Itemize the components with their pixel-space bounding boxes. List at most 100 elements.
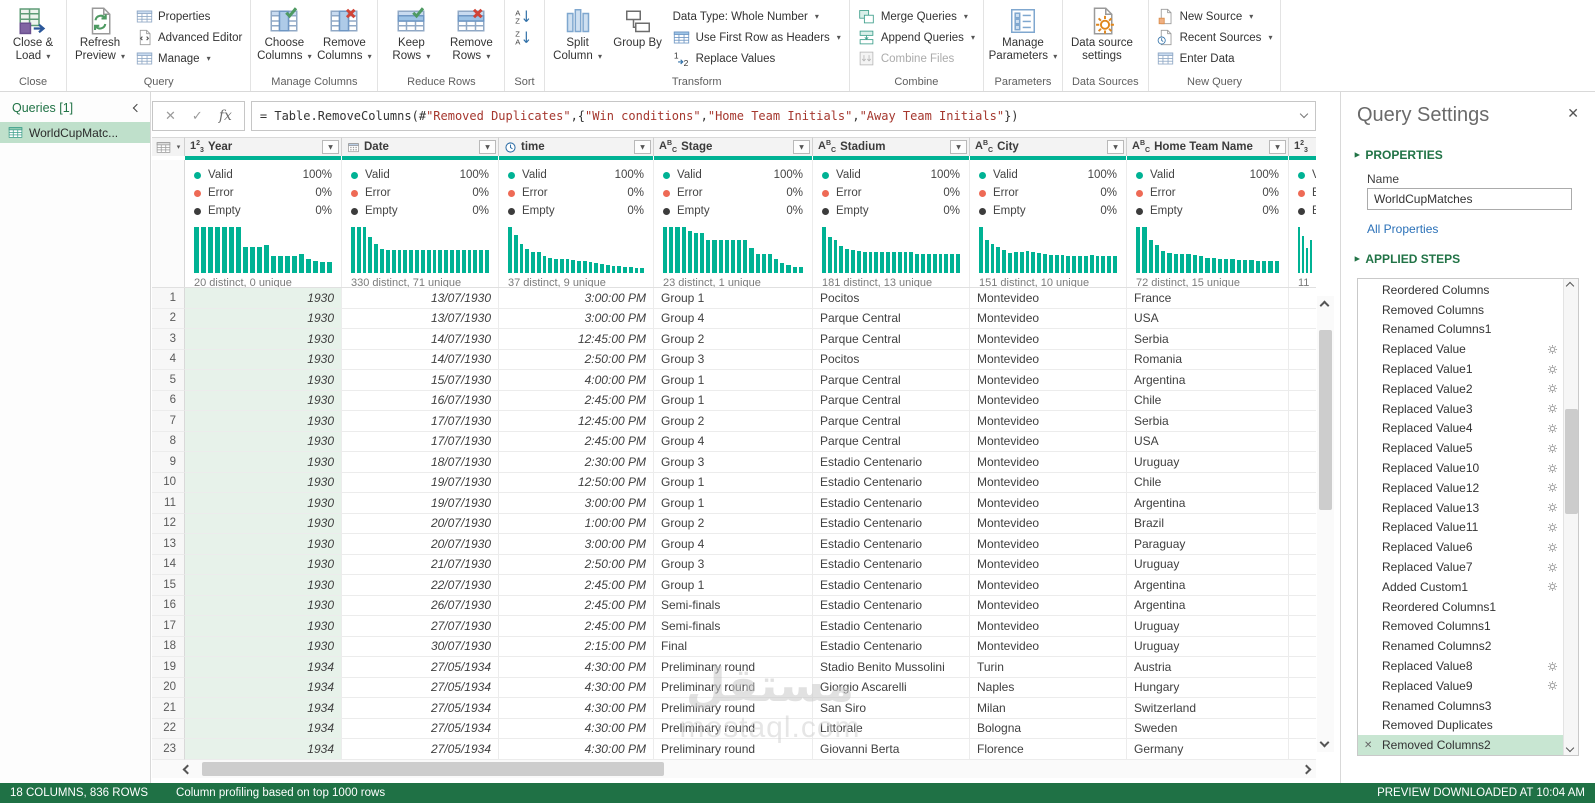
cell[interactable]: 20/07/1930	[342, 534, 499, 555]
cell[interactable]: 1:00:00 PM	[499, 514, 654, 535]
remove-columns-button[interactable]: Remove Columns ▾	[314, 2, 374, 68]
cell[interactable]: 13/07/1930	[342, 309, 499, 330]
cell[interactable]: Serbia	[1127, 411, 1289, 432]
row-number[interactable]: 4	[152, 350, 185, 371]
cell[interactable]: Uruguay	[1127, 637, 1289, 658]
applied-step-replaced-value5[interactable]: Replaced Value5	[1358, 438, 1563, 458]
column-header-Stadium[interactable]: ABCStadium▼	[813, 137, 970, 156]
cell[interactable]: Montevideo	[970, 637, 1127, 658]
row-number[interactable]: 3	[152, 329, 185, 350]
cell[interactable]: 1930	[185, 555, 342, 576]
cell[interactable]	[1289, 616, 1316, 637]
merge-queries-button[interactable]: Merge Queries▾	[853, 6, 980, 27]
row-number[interactable]: 8	[152, 432, 185, 453]
applied-step-replaced-value11[interactable]: Replaced Value11	[1358, 518, 1563, 538]
cell[interactable]: Brazil	[1127, 514, 1289, 535]
row-number[interactable]: 9	[152, 452, 185, 473]
data-type-button[interactable]: Data Type: Whole Number▾	[668, 6, 846, 27]
applied-step-reordered-columns[interactable]: Reordered Columns	[1358, 280, 1563, 300]
cell[interactable]: Group 1	[654, 370, 813, 391]
cell[interactable]: Montevideo	[970, 616, 1127, 637]
cell[interactable]: 4:30:00 PM	[499, 678, 654, 699]
cell[interactable]: Giovanni Berta	[813, 739, 970, 760]
cell[interactable]: 19/07/1930	[342, 473, 499, 494]
cell[interactable]: Parque Central	[813, 411, 970, 432]
vertical-scrollbar-thumb[interactable]	[1319, 330, 1332, 510]
applied-step-removed-duplicates[interactable]: Removed Duplicates	[1358, 716, 1563, 736]
column-header-Date[interactable]: Date▼	[342, 137, 499, 156]
row-number[interactable]: 21	[152, 698, 185, 719]
cell[interactable]: 3:00:00 PM	[499, 309, 654, 330]
cell[interactable]: Florence	[970, 739, 1127, 760]
cell[interactable]	[1289, 555, 1316, 576]
properties-section-header[interactable]: ▲ PROPERTIES	[1355, 148, 1443, 162]
query-name-input[interactable]	[1367, 188, 1572, 210]
cell[interactable]: 22/07/1930	[342, 575, 499, 596]
cell[interactable]: 27/05/1934	[342, 698, 499, 719]
applied-step-replaced-value8[interactable]: Replaced Value8	[1358, 656, 1563, 676]
cell[interactable]: Montevideo	[970, 555, 1127, 576]
cell[interactable]: Montevideo	[970, 514, 1127, 535]
cell[interactable]: 4:30:00 PM	[499, 739, 654, 760]
applied-step-replaced-value9[interactable]: Replaced Value9	[1358, 676, 1563, 696]
cell[interactable]: Serbia	[1127, 329, 1289, 350]
column-header-City[interactable]: ABCCity▼	[970, 137, 1127, 156]
cell[interactable]: 4:30:00 PM	[499, 719, 654, 740]
applied-step-replaced-value2[interactable]: Replaced Value2	[1358, 379, 1563, 399]
properties-button[interactable]: Properties	[130, 6, 247, 27]
cell[interactable]: 2:45:00 PM	[499, 575, 654, 596]
steps-scrollbar-thumb[interactable]	[1565, 409, 1578, 514]
applied-step-removed-columns[interactable]: Removed Columns	[1358, 300, 1563, 320]
step-settings-gear-icon[interactable]	[1546, 363, 1559, 376]
applied-steps-section-header[interactable]: ▲ APPLIED STEPS	[1355, 252, 1460, 266]
cell[interactable]: Group 1	[654, 473, 813, 494]
cell[interactable]: Parque Central	[813, 391, 970, 412]
cell[interactable]: Group 1	[654, 391, 813, 412]
cell[interactable]: 27/05/1934	[342, 739, 499, 760]
column-header-Stage[interactable]: ABCStage▼	[654, 137, 813, 156]
step-settings-gear-icon[interactable]	[1546, 462, 1559, 475]
cell[interactable]: Estadio Centenario	[813, 596, 970, 617]
cell[interactable]: 1934	[185, 657, 342, 678]
cell[interactable]	[1289, 534, 1316, 555]
cell[interactable]: 2:45:00 PM	[499, 391, 654, 412]
close-query-settings-icon[interactable]: ✕	[1567, 106, 1579, 122]
recent-sources-button[interactable]: Recent Sources▾	[1152, 27, 1278, 48]
step-settings-gear-icon[interactable]	[1546, 561, 1559, 574]
cell[interactable]: Estadio Centenario	[813, 452, 970, 473]
formula-expand-icon[interactable]	[1300, 110, 1308, 118]
step-settings-gear-icon[interactable]	[1546, 343, 1559, 356]
cell[interactable]: Montevideo	[970, 411, 1127, 432]
filter-icon[interactable]: ▼	[479, 140, 496, 154]
cell[interactable]: 2:45:00 PM	[499, 596, 654, 617]
cell[interactable]	[1289, 452, 1316, 473]
cell[interactable]	[1289, 432, 1316, 453]
applied-step-renamed-columns1[interactable]: Renamed Columns1	[1358, 320, 1563, 340]
cell[interactable]	[1289, 493, 1316, 514]
row-number[interactable]: 22	[152, 719, 185, 740]
scroll-left-icon[interactable]	[183, 764, 193, 774]
cell[interactable]	[1289, 309, 1316, 330]
cell[interactable]	[1289, 596, 1316, 617]
cell[interactable]: Estadio Centenario	[813, 493, 970, 514]
row-number[interactable]: 10	[152, 473, 185, 494]
cell[interactable]	[1289, 391, 1316, 412]
cell[interactable]: Montevideo	[970, 452, 1127, 473]
cell[interactable]: 26/07/1930	[342, 596, 499, 617]
cell[interactable]: Hungary	[1127, 678, 1289, 699]
cell[interactable]: Group 4	[654, 534, 813, 555]
step-settings-gear-icon[interactable]	[1546, 501, 1559, 514]
cell[interactable]: Parque Central	[813, 329, 970, 350]
row-number[interactable]: 5	[152, 370, 185, 391]
cell[interactable]: Group 2	[654, 514, 813, 535]
cell[interactable]: Littorale	[813, 719, 970, 740]
cell[interactable]: 1930	[185, 473, 342, 494]
cell[interactable]: 20/07/1930	[342, 514, 499, 535]
cell[interactable]: Turin	[970, 657, 1127, 678]
cell[interactable]	[1289, 719, 1316, 740]
row-number[interactable]: 12	[152, 514, 185, 535]
cell[interactable]	[1289, 678, 1316, 699]
step-settings-gear-icon[interactable]	[1546, 660, 1559, 673]
applied-step-replaced-value[interactable]: Replaced Value	[1358, 339, 1563, 359]
applied-step-reordered-columns1[interactable]: Reordered Columns1	[1358, 597, 1563, 617]
